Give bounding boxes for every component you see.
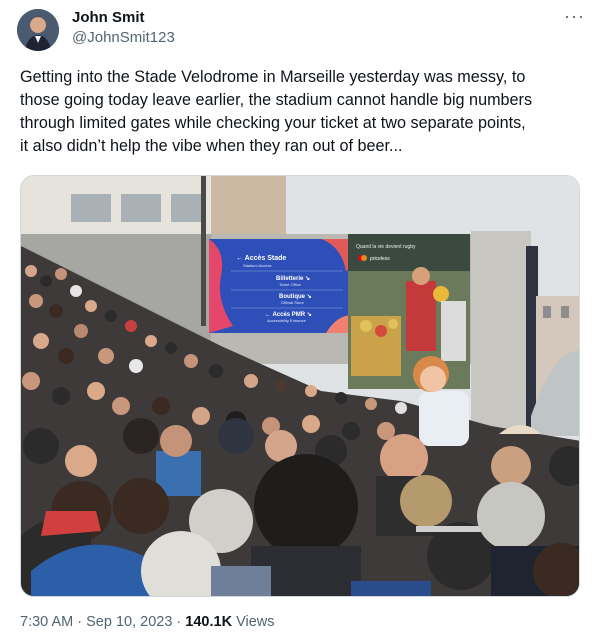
sign-item-sub: Official Store	[281, 300, 305, 305]
views-count: 140.1K	[185, 614, 233, 630]
author-name[interactable]: John Smit	[72, 8, 145, 28]
avatar-image	[17, 9, 59, 51]
tweet-text: Getting into the Stade Velodrome in Mars…	[20, 66, 590, 158]
tweet-text-line: through limited gates while checking you…	[20, 114, 526, 132]
avatar[interactable]	[17, 9, 59, 51]
meta-separator: ·	[77, 614, 83, 630]
stadium-crowd-photo: ← Accès Stade Stadium Access Billetterie…	[21, 176, 579, 596]
tweet-text-line: Getting into the Stade Velodrome in Mars…	[20, 68, 526, 86]
sign-title: ← Accès Stade	[236, 255, 286, 262]
billboard-brand: priceless	[370, 256, 390, 262]
views-label: Views	[236, 614, 275, 630]
tweet-text-line: it also didn’t help the vibe when they r…	[20, 137, 403, 155]
tweet-text-line: those going today leave earlier, the sta…	[20, 91, 533, 109]
billboard-tagline: Quand la vie devient rugby	[356, 244, 416, 250]
advertising-billboard: Quand la vie devient rugby priceless	[348, 234, 470, 389]
stadium-sign: ← Accès Stade Stadium Access Billetterie…	[209, 239, 359, 333]
author-handle[interactable]: @JohnSmit123	[72, 28, 175, 48]
tweet-date[interactable]: Sep 10, 2023	[86, 614, 172, 630]
tweet-time[interactable]: 7:30 AM	[20, 614, 73, 630]
sign-item-sub: Accessibility Entrance	[267, 318, 307, 323]
sign-item-sub: Ticket Office	[279, 282, 302, 287]
more-options-icon[interactable]: ···	[564, 6, 585, 27]
sign-subtitle: Stadium Access	[243, 263, 271, 268]
tweet-card: John Smit @JohnSmit123 ··· Getting into …	[0, 0, 607, 640]
tweet-photo[interactable]: ← Accès Stade Stadium Access Billetterie…	[20, 175, 580, 597]
tweet-meta: 7:30 AM · Sep 10, 2023 · 140.1K Views	[20, 612, 275, 632]
meta-separator: ·	[176, 614, 182, 630]
